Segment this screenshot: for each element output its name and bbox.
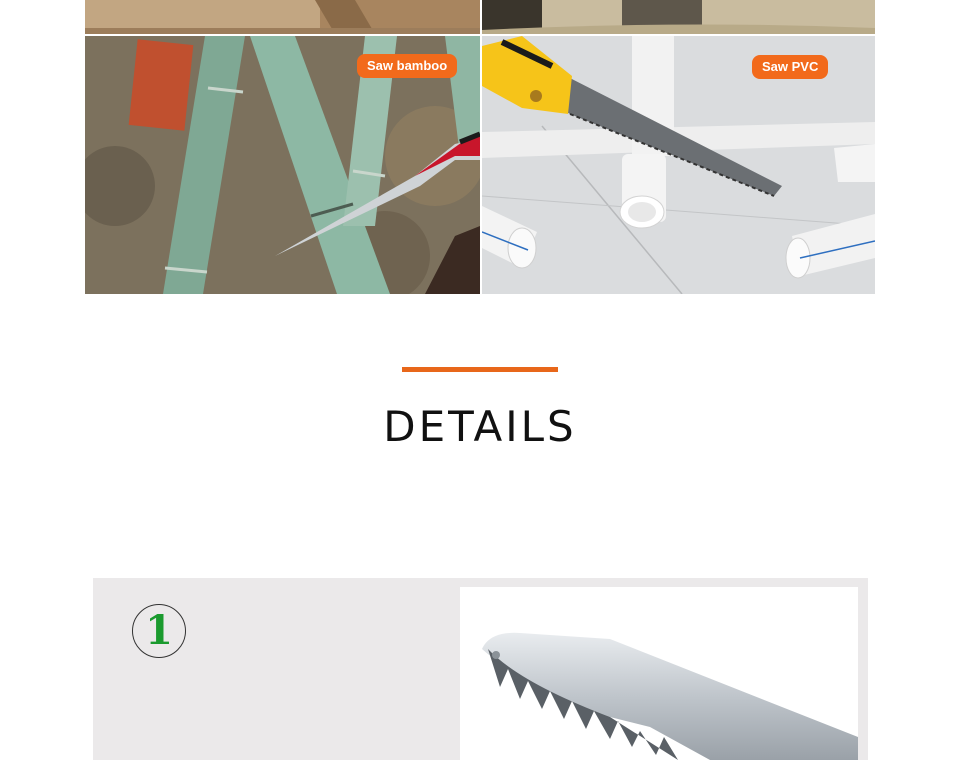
section-heading: DETAILS (383, 402, 577, 451)
detail-card: 1 (93, 578, 868, 760)
top-left-photo-strip (85, 0, 480, 34)
saw-bamboo-badge: Saw bamboo (357, 54, 458, 78)
top-right-photo-strip (482, 0, 875, 34)
pvc-sawing-photo: Saw PVC (482, 36, 875, 294)
section-accent-bar (402, 367, 558, 372)
bamboo-sawing-photo: Saw bamboo (85, 36, 480, 294)
blade-closeup-image (460, 587, 858, 760)
detail-number-badge: 1 (132, 604, 186, 658)
saw-pvc-badge: Saw PVC (752, 55, 829, 79)
detail-number: 1 (145, 607, 173, 654)
